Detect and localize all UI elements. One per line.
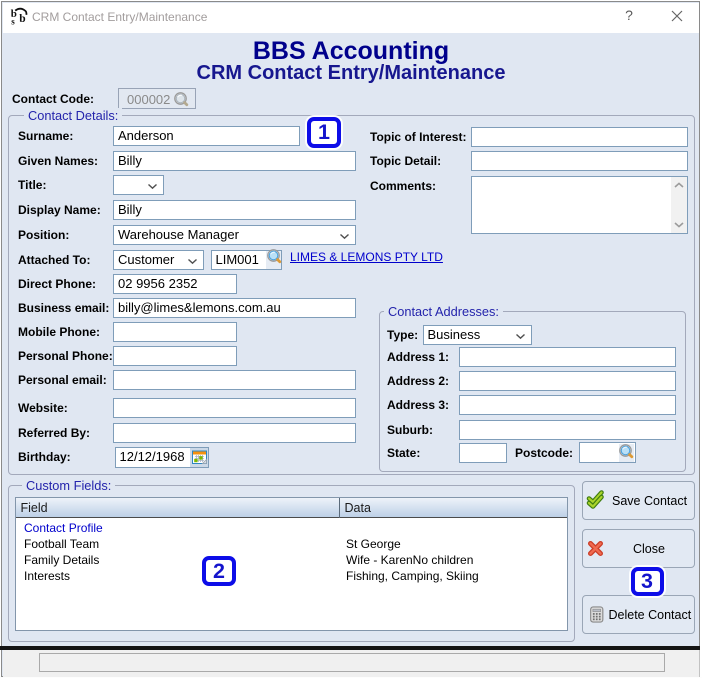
svg-text:s: s: [11, 16, 15, 26]
svg-text:b: b: [19, 13, 25, 25]
